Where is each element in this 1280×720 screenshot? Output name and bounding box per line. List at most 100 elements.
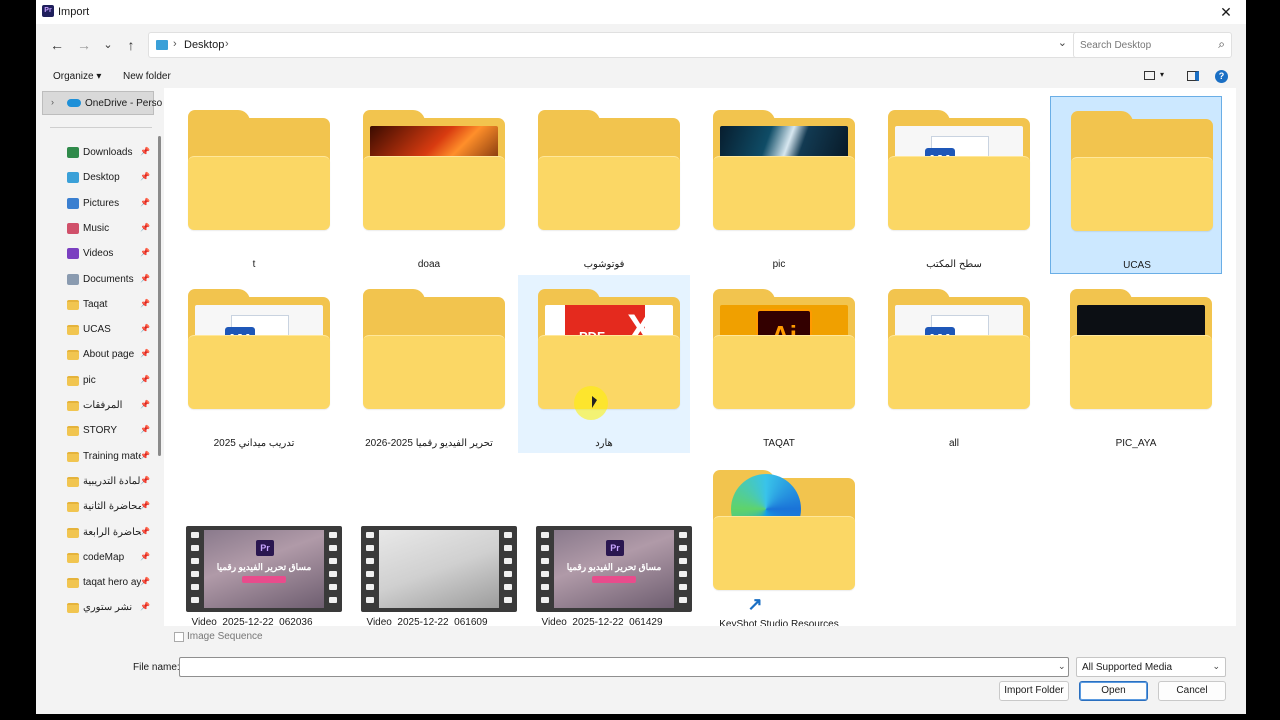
film-perforation [366, 532, 374, 538]
sidebar-item-1[interactable]: Desktop 📌 [40, 167, 158, 189]
folder-name: تحرير الفيديو رقميا 2025-2026 [365, 438, 493, 449]
folder-tile[interactable]: فوتوشوب [518, 96, 690, 274]
breadcrumb-separator[interactable]: › [225, 38, 229, 50]
new-folder-button[interactable]: New folder [123, 71, 171, 82]
pin-icon[interactable]: 📌 [140, 274, 150, 283]
pin-icon[interactable]: 📌 [140, 248, 150, 257]
folder-tile[interactable]: pic [693, 96, 865, 274]
search-icon[interactable]: ⌕ [1218, 37, 1225, 52]
file-name-dropdown-icon[interactable]: ⌄ [1058, 661, 1066, 672]
film-perforation [504, 545, 512, 551]
folder-icon [67, 502, 79, 513]
pin-icon[interactable]: 📌 [140, 198, 150, 207]
breadcrumb-separator[interactable]: › [173, 38, 177, 50]
sidebar-item-18[interactable]: نشر ستوري 📌 [40, 597, 158, 619]
sidebar-item-11[interactable]: STORY 📌 [40, 420, 158, 442]
folder-tile[interactable]: t [168, 96, 340, 274]
import-folder-button[interactable]: Import Folder [999, 681, 1069, 701]
film-perforation [679, 584, 687, 590]
folder-tile[interactable]: PDFXهارد [518, 275, 690, 453]
film-perforation [541, 597, 549, 603]
view-mode-caret-icon[interactable]: ▾ [1160, 70, 1164, 79]
sidebar-item-4[interactable]: Videos 📌 [40, 243, 158, 265]
folder-tile[interactable]: doaa [343, 96, 515, 274]
pin-icon[interactable]: 📌 [140, 172, 150, 181]
sidebar-item-6[interactable]: Taqat 📌 [40, 294, 158, 316]
pin-icon[interactable]: 📌 [140, 400, 150, 409]
pin-icon[interactable]: 📌 [140, 527, 150, 536]
pin-icon[interactable]: 📌 [140, 299, 150, 308]
file-type-select[interactable]: All Supported Media ⌄ [1076, 657, 1226, 677]
address-dropdown-icon[interactable]: ⌄ [1058, 36, 1067, 49]
sidebar-item-13[interactable]: المادة التدريبية 📌 [40, 471, 158, 493]
sidebar-item-label: pic [83, 374, 96, 386]
film-perforation [329, 571, 337, 577]
sidebar-item-onedrive[interactable]: › OneDrive - Perso [42, 91, 162, 115]
premiere-icon: Pr [606, 540, 624, 556]
open-button[interactable]: Open [1079, 681, 1148, 701]
folder-name: هارد [595, 438, 613, 449]
pin-icon[interactable]: 📌 [140, 324, 150, 333]
sidebar-item-8[interactable]: About page 📌 [40, 344, 158, 366]
view-mode-icon[interactable] [1144, 71, 1155, 80]
folder-tile[interactable]: KeyShot Studio Resources [693, 456, 865, 626]
folder-tile[interactable]: PIC_AYA [1050, 275, 1222, 453]
up-button[interactable]: ↑ [121, 35, 141, 55]
sidebar-item-17[interactable]: taqat hero ay 📌 [40, 572, 158, 594]
pin-icon[interactable]: 📌 [140, 476, 150, 485]
video-file-tile[interactable]: Pr مساق تحرير الفيديو رقميا Video_2025-12-… [166, 526, 342, 626]
pin-icon[interactable]: 📌 [140, 425, 150, 434]
sidebar-item-0[interactable]: Downloads 📌 [40, 142, 158, 164]
video-file-tile[interactable]: Video_2025-12-22_061609 [341, 526, 517, 626]
folder-name: TAQAT [763, 438, 795, 449]
organize-button[interactable]: Organize ▾ [53, 71, 101, 82]
sidebar-item-14[interactable]: محاضرة الثانية 📌 [40, 496, 158, 518]
pin-icon[interactable]: 📌 [140, 552, 150, 561]
image-sequence-checkbox[interactable] [174, 632, 184, 642]
forward-button[interactable]: → [74, 35, 94, 55]
address-bar[interactable]: › Desktop › ⌄ ↻ [148, 32, 1102, 58]
sidebar-item-3[interactable]: Music 📌 [40, 218, 158, 240]
pin-icon[interactable]: 📌 [140, 451, 150, 460]
preview-pane-icon[interactable] [1187, 71, 1199, 81]
folder-tile[interactable]: AiTAQAT [693, 275, 865, 453]
pin-icon[interactable]: 📌 [140, 577, 150, 586]
sidebar-item-15[interactable]: محاضرة الرابعة 📌 [40, 522, 158, 544]
breadcrumb-desktop[interactable]: Desktop [184, 39, 224, 51]
sidebar-item-9[interactable]: pic 📌 [40, 370, 158, 392]
folder-icon [713, 335, 855, 409]
pin-icon[interactable]: 📌 [140, 223, 150, 232]
search-box[interactable]: Search Desktop ⌕ [1073, 32, 1232, 58]
pin-icon[interactable]: 📌 [140, 349, 150, 358]
folder-tile[interactable]: Wتدريب ميداني 2025 [168, 275, 340, 453]
pin-icon[interactable]: 📌 [140, 602, 150, 611]
file-name-input[interactable] [179, 657, 1069, 677]
folder-tile[interactable]: Wسطح المكتب [868, 96, 1040, 274]
sidebar-scrollbar[interactable] [158, 136, 161, 456]
video-file-tile[interactable]: Pr مساق تحرير الفيديو رقميا Video_2025-12-… [516, 526, 692, 626]
close-button[interactable]: ✕ [1216, 3, 1236, 21]
folder-icon [67, 375, 79, 386]
sidebar-item-10[interactable]: المرفقات 📌 [40, 395, 158, 417]
folder-name: KeyShot Studio Resources [719, 619, 839, 626]
sidebar-item-label: STORY [83, 425, 118, 437]
folder-tile[interactable]: تحرير الفيديو رقميا 2025-2026 [343, 275, 515, 453]
documents-icon [67, 273, 79, 285]
sidebar-item-16[interactable]: codeMap 📌 [40, 547, 158, 569]
pin-icon[interactable]: 📌 [140, 375, 150, 384]
cancel-button[interactable]: Cancel [1158, 681, 1226, 701]
help-icon[interactable]: ? [1215, 70, 1228, 83]
folder-tile[interactable]: UCAS [1050, 96, 1222, 274]
pin-icon[interactable]: 📌 [140, 147, 150, 156]
video-file-name: Video_2025-12-22_062036 [191, 617, 313, 626]
sidebar-item-12[interactable]: Training mate 📌 [40, 446, 158, 468]
sidebar-item-5[interactable]: Documents 📌 [40, 269, 158, 291]
sidebar-item-2[interactable]: Pictures 📌 [40, 193, 158, 215]
folder-tile[interactable]: Wall [868, 275, 1040, 453]
expand-chevron-icon[interactable]: › [51, 97, 54, 107]
sidebar-item-7[interactable]: UCAS 📌 [40, 319, 158, 341]
pin-icon[interactable]: 📌 [140, 501, 150, 510]
recent-locations-button[interactable]: ⌄ [98, 35, 118, 55]
back-button[interactable]: ← [47, 35, 67, 55]
navigation-pane: › OneDrive - Perso Downloads 📌 Desktop 📌 Pic… [40, 88, 162, 628]
